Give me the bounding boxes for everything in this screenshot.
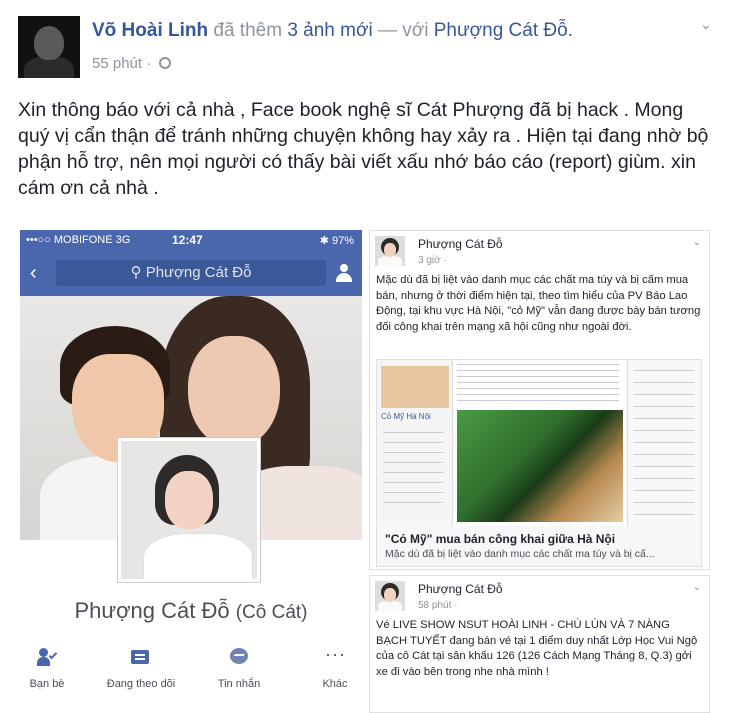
- profile-picture: [118, 438, 260, 582]
- link-preview-image: Cỏ Mỹ Hà Nội: [377, 360, 701, 526]
- phone-status-bar: •••○○ MOBIFONE 3G 12:47 ✱ 97%: [20, 230, 362, 250]
- post-options-chevron-icon[interactable]: ⌄: [700, 16, 712, 33]
- post-photo-phone-screenshot[interactable]: •••○○ MOBIFONE 3G 12:47 ✱ 97% ‹ ⚲ Phượng…: [20, 230, 362, 713]
- card-author-name: Phượng Cát Đỗ: [418, 582, 503, 596]
- profile-name: Phượng Cát Đỗ (Cô Cát): [20, 598, 362, 624]
- card-timestamp: 3 giờ ·: [418, 255, 447, 266]
- friend-check-icon: [37, 648, 58, 666]
- facebook-post: ⌄ Võ Hoài Linh đã thêm 3 ảnh mới — với P…: [0, 0, 730, 713]
- profile-action-bar: Bạn bè Đang theo dõi Tin nhắn ··· Khác: [20, 644, 362, 708]
- card-chevron-icon: ⌄: [692, 582, 701, 593]
- link-preview-description: Mặc dù đã bị liệt vào danh mục các chất …: [385, 548, 655, 560]
- avatar-face-shape: [34, 26, 64, 60]
- phone-search-box[interactable]: ⚲ Phượng Cát Đỗ: [56, 260, 326, 286]
- profile-nickname: (Cô Cát): [235, 602, 308, 623]
- friends-action[interactable]: Bạn bè: [20, 648, 92, 692]
- phone-search-text: Phượng Cát Đỗ: [145, 264, 252, 281]
- link-preview-title: "Cỏ Mỹ" mua bán công khai giữa Hà Nội: [385, 532, 616, 546]
- clock-text: 12:47: [172, 233, 203, 247]
- friend-requests-icon[interactable]: [336, 264, 352, 282]
- phone-facebook-bar: ‹ ⚲ Phượng Cát Đỗ: [20, 250, 362, 296]
- author-name-link[interactable]: Võ Hoài Linh: [92, 20, 208, 41]
- message-action[interactable]: Tin nhắn: [194, 648, 284, 692]
- messenger-icon: [229, 648, 249, 666]
- preview-page-label: Cỏ Mỹ Hà Nội: [381, 412, 431, 421]
- battery-text: ✱ 97%: [319, 235, 354, 247]
- following-label: Đang theo dõi: [106, 678, 176, 690]
- with-prefix: — với: [377, 20, 429, 41]
- link-preview: Cỏ Mỹ Hà Nội "Cỏ Mỹ" mua bán công khai g…: [376, 359, 702, 567]
- profile-name-text: Phượng Cát Đỗ: [74, 598, 230, 623]
- more-label: Khác: [322, 678, 348, 690]
- search-icon: ⚲: [130, 264, 142, 281]
- card-timestamp: 58 phút ·: [418, 600, 458, 611]
- card-text: Mặc dù đã bị liệt vào danh mục các chất …: [376, 274, 701, 333]
- new-photos-link[interactable]: 3 ảnh mới: [287, 20, 372, 41]
- post-timestamp[interactable]: 55 phút ·: [92, 55, 172, 72]
- post-photo-feed-card-2[interactable]: Phượng Cát Đỗ 58 phút · ⌄ Vé LIVE SHOW N…: [369, 575, 710, 713]
- tagged-person-link[interactable]: Phượng Cát Đỗ.: [434, 20, 573, 41]
- post-photo-feed-card-1[interactable]: Phượng Cát Đỗ 3 giờ · ⌄ Mặc dù đã bị liệ…: [369, 230, 710, 570]
- post-header: Võ Hoài Linh đã thêm 3 ảnh mới — với Phư…: [92, 20, 573, 42]
- following-action[interactable]: Đang theo dõi: [96, 648, 186, 692]
- post-verb: đã thêm: [213, 20, 283, 41]
- news-feed-icon: [131, 648, 151, 666]
- post-time-text: 55 phút ·: [92, 55, 156, 72]
- message-label: Tin nhắn: [217, 678, 261, 690]
- card-text: Vé LIVE SHOW NSUT HOÀI LINH - CHÚ LÙN VÀ…: [376, 619, 698, 678]
- card-avatar: [375, 581, 405, 611]
- globe-icon: [159, 57, 172, 69]
- card-author-name: Phượng Cát Đỗ: [418, 237, 503, 251]
- friends-label: Bạn bè: [29, 678, 65, 690]
- more-action[interactable]: ··· Khác: [290, 644, 362, 692]
- post-message: Xin thông báo với cả nhà , Face book ngh…: [18, 99, 709, 199]
- more-dots-icon: ···: [325, 644, 346, 664]
- carrier-text: •••○○ MOBIFONE 3G: [26, 234, 131, 246]
- author-avatar[interactable]: [18, 16, 80, 78]
- card-chevron-icon: ⌄: [692, 237, 701, 248]
- card-avatar: [375, 236, 405, 266]
- back-arrow-icon[interactable]: ‹: [30, 262, 37, 285]
